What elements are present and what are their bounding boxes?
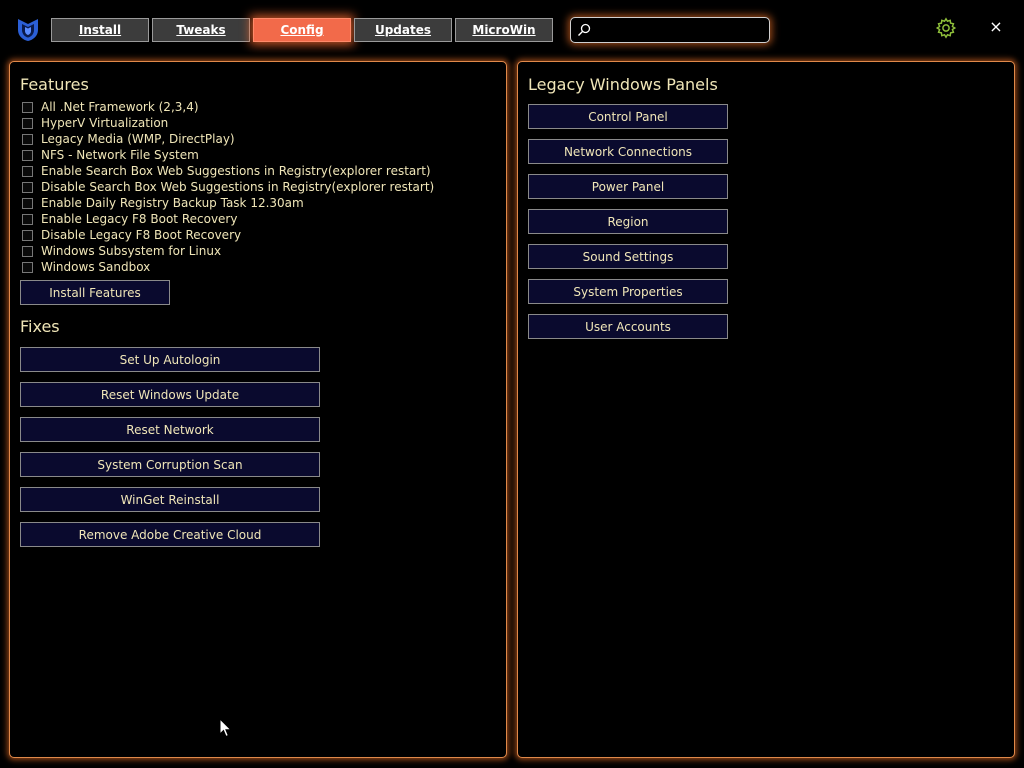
feature-dotnet[interactable]: All .Net Framework (2,3,4) — [22, 99, 434, 115]
feature-label: Windows Sandbox — [41, 260, 151, 274]
main-tab-bar: Install Tweaks Config Updates MicroWin — [51, 18, 553, 42]
feature-label: Disable Legacy F8 Boot Recovery — [41, 228, 242, 242]
close-icon[interactable]: × — [986, 17, 1006, 37]
checkbox[interactable] — [22, 213, 33, 225]
feature-nfs[interactable]: NFS - Network File System — [22, 147, 434, 163]
search-icon — [578, 23, 591, 36]
legacy-panels-panel: Legacy Windows Panels Control Panel Netw… — [517, 61, 1015, 758]
checkbox[interactable] — [22, 101, 33, 113]
checkbox[interactable] — [22, 133, 33, 145]
tab-tweaks[interactable]: Tweaks — [152, 18, 250, 42]
features-list: All .Net Framework (2,3,4) HyperV Virtua… — [22, 99, 434, 275]
search-input[interactable] — [595, 20, 767, 42]
feature-legacy-media[interactable]: Legacy Media (WMP, DirectPlay) — [22, 131, 434, 147]
tab-microwin[interactable]: MicroWin — [455, 18, 553, 42]
user-accounts-button[interactable]: User Accounts — [528, 314, 728, 339]
region-button[interactable]: Region — [528, 209, 728, 234]
reset-network-button[interactable]: Reset Network — [20, 417, 320, 442]
feature-label: All .Net Framework (2,3,4) — [41, 100, 199, 114]
tab-config[interactable]: Config — [253, 18, 351, 42]
sound-settings-button[interactable]: Sound Settings — [528, 244, 728, 269]
system-corruption-scan-button[interactable]: System Corruption Scan — [20, 452, 320, 477]
winget-reinstall-button[interactable]: WinGet Reinstall — [20, 487, 320, 512]
checkbox[interactable] — [22, 149, 33, 161]
checkbox[interactable] — [22, 197, 33, 209]
checkbox[interactable] — [22, 181, 33, 193]
winutil-logo-icon — [18, 19, 38, 41]
system-properties-button[interactable]: System Properties — [528, 279, 728, 304]
feature-label: Legacy Media (WMP, DirectPlay) — [41, 132, 235, 146]
feature-label: Windows Subsystem for Linux — [41, 244, 222, 258]
checkbox[interactable] — [22, 261, 33, 273]
feature-disable-f8[interactable]: Disable Legacy F8 Boot Recovery — [22, 227, 434, 243]
features-panel: Features All .Net Framework (2,3,4) Hype… — [9, 61, 507, 758]
control-panel-button[interactable]: Control Panel — [528, 104, 728, 129]
features-title: Features — [20, 75, 89, 94]
legacy-panels-title: Legacy Windows Panels — [528, 75, 718, 94]
tab-updates[interactable]: Updates — [354, 18, 452, 42]
checkbox[interactable] — [22, 117, 33, 129]
mouse-cursor-icon — [219, 718, 232, 738]
remove-adobe-cc-button[interactable]: Remove Adobe Creative Cloud — [20, 522, 320, 547]
gear-icon[interactable] — [935, 17, 957, 39]
network-connections-button[interactable]: Network Connections — [528, 139, 728, 164]
feature-disable-search-suggestions[interactable]: Disable Search Box Web Suggestions in Re… — [22, 179, 434, 195]
feature-enable-search-suggestions[interactable]: Enable Search Box Web Suggestions in Reg… — [22, 163, 434, 179]
feature-registry-backup[interactable]: Enable Daily Registry Backup Task 12.30a… — [22, 195, 434, 211]
setup-autologin-button[interactable]: Set Up Autologin — [20, 347, 320, 372]
feature-label: Enable Legacy F8 Boot Recovery — [41, 212, 238, 226]
feature-label: NFS - Network File System — [41, 148, 199, 162]
feature-hyperv[interactable]: HyperV Virtualization — [22, 115, 434, 131]
install-features-button[interactable]: Install Features — [20, 280, 170, 305]
checkbox[interactable] — [22, 229, 33, 241]
checkbox[interactable] — [22, 245, 33, 257]
fixes-title: Fixes — [20, 317, 60, 336]
search-box[interactable] — [570, 17, 770, 43]
feature-wsl[interactable]: Windows Subsystem for Linux — [22, 243, 434, 259]
feature-sandbox[interactable]: Windows Sandbox — [22, 259, 434, 275]
feature-label: Disable Search Box Web Suggestions in Re… — [41, 180, 435, 194]
checkbox[interactable] — [22, 165, 33, 177]
power-panel-button[interactable]: Power Panel — [528, 174, 728, 199]
feature-label: HyperV Virtualization — [41, 116, 169, 130]
reset-windows-update-button[interactable]: Reset Windows Update — [20, 382, 320, 407]
feature-enable-f8[interactable]: Enable Legacy F8 Boot Recovery — [22, 211, 434, 227]
tab-install[interactable]: Install — [51, 18, 149, 42]
feature-label: Enable Daily Registry Backup Task 12.30a… — [41, 196, 304, 210]
feature-label: Enable Search Box Web Suggestions in Reg… — [41, 164, 431, 178]
